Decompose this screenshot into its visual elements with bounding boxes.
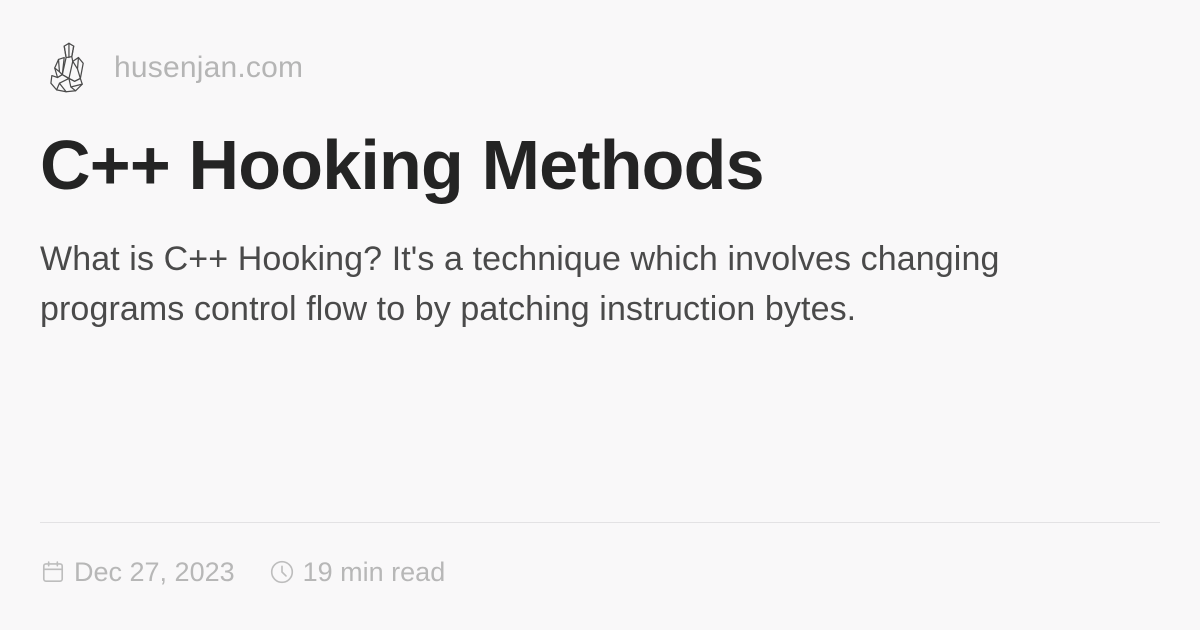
og-card: husenjan.com C++ Hooking Methods What is… xyxy=(40,40,1160,600)
divider xyxy=(40,522,1160,523)
article-meta: Dec 27, 2023 19 min read xyxy=(40,552,445,592)
article-description: What is C++ Hooking? It's a technique wh… xyxy=(40,240,1000,328)
site-name[interactable]: husenjan.com xyxy=(114,53,303,83)
calendar-icon xyxy=(40,559,66,585)
publish-date: Dec 27, 2023 xyxy=(40,556,235,587)
read-time-text: 19 min read xyxy=(302,556,446,587)
clock-icon xyxy=(269,559,295,585)
crystal-logo-icon xyxy=(48,42,88,94)
publish-date-text: Dec 27, 2023 xyxy=(74,556,235,587)
site-header: husenjan.com xyxy=(48,40,303,96)
page-title: C++ Hooking Methods xyxy=(40,126,765,204)
read-time: 19 min read xyxy=(269,556,446,587)
